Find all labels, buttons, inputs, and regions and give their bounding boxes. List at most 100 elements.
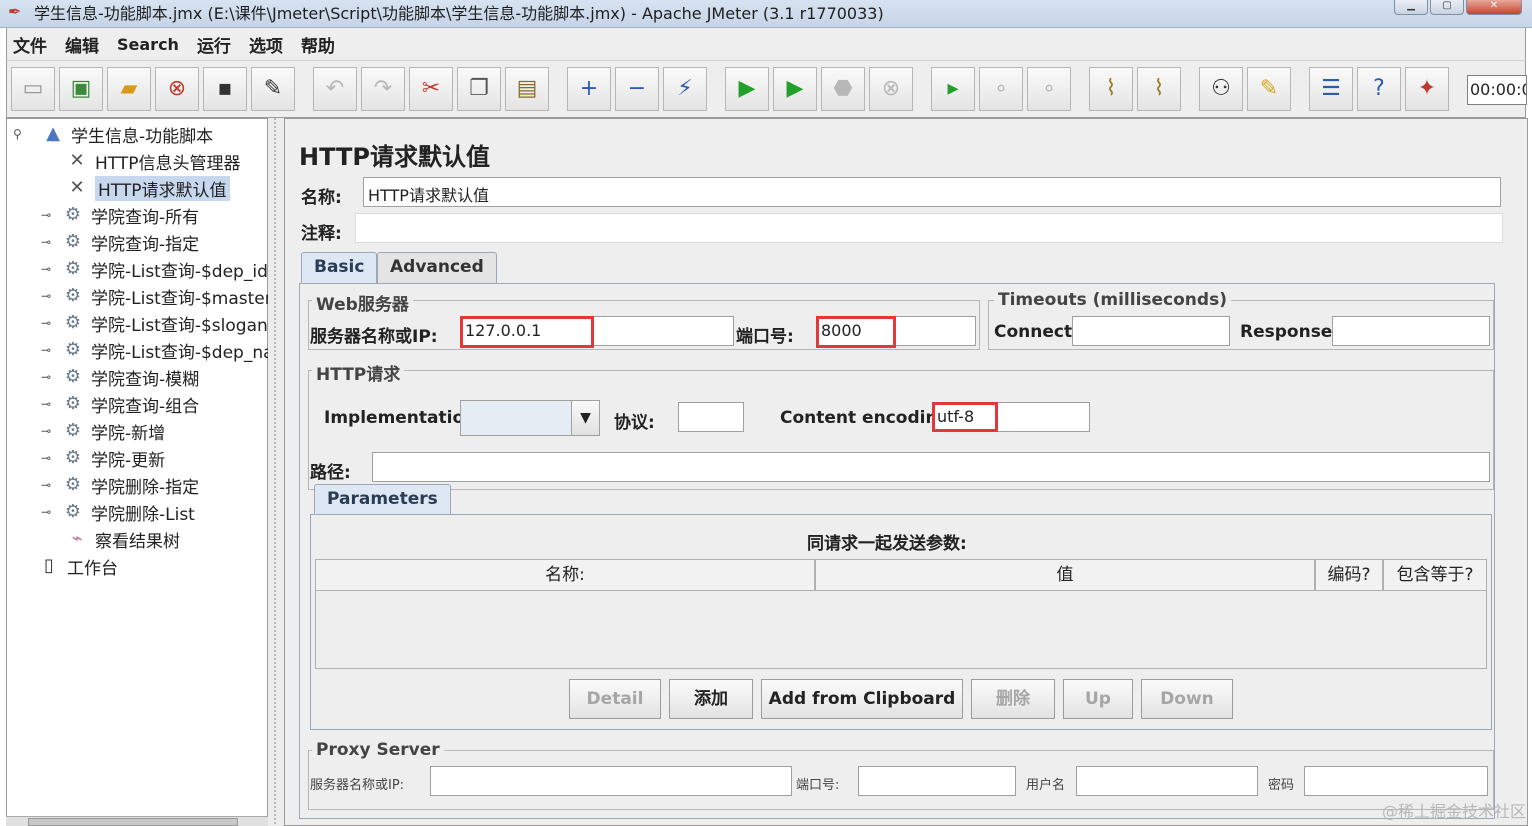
name-field[interactable]: HTTP请求默认值 bbox=[363, 177, 1501, 207]
menu-options[interactable]: 选项 bbox=[249, 32, 283, 57]
protocol-field[interactable] bbox=[678, 402, 744, 432]
tree-item[interactable]: ⊸ ⚙ 学院-新增 bbox=[41, 418, 165, 444]
close-window-button[interactable]: ✕ bbox=[1466, 0, 1522, 15]
response-field[interactable] bbox=[1332, 316, 1490, 346]
tree-item[interactable]: ⊸ ⚙ 学院查询-模糊 bbox=[41, 364, 199, 390]
expand-handle-icon[interactable]: ⊸ bbox=[41, 478, 61, 492]
column-include-equals[interactable]: 包含等于? bbox=[1383, 559, 1487, 591]
tab-advanced[interactable]: Advanced bbox=[377, 252, 497, 284]
menu-help[interactable]: 帮助 bbox=[301, 32, 335, 57]
down-button[interactable]: Down bbox=[1141, 679, 1233, 719]
tree-item[interactable]: ⊸ ⚙ 学院-List查询-$master bbox=[41, 283, 272, 309]
menu-search[interactable]: Search bbox=[117, 35, 179, 54]
expand-handle-icon[interactable]: ⊸ bbox=[41, 397, 61, 411]
copy-icon[interactable]: ❐ bbox=[457, 67, 501, 111]
proxy-user-field[interactable] bbox=[1076, 766, 1258, 796]
cut-icon[interactable]: ✂ bbox=[409, 67, 453, 111]
tree-item[interactable]: ⊸ ⚙ 学院-List查询-$slogan bbox=[41, 310, 268, 336]
expand-handle-icon[interactable]: ⊸ bbox=[41, 235, 61, 249]
implementation-select[interactable]: ▼ bbox=[460, 400, 600, 436]
expand-handle-icon[interactable]: ⊸ bbox=[41, 208, 61, 222]
menu-edit[interactable]: 编辑 bbox=[65, 32, 99, 57]
minimize-button[interactable]: ▁ bbox=[1394, 0, 1428, 15]
up-button[interactable]: Up bbox=[1063, 679, 1133, 719]
new-icon[interactable]: ▭ bbox=[11, 67, 55, 111]
clear-all-icon[interactable]: ⌇ bbox=[1137, 67, 1181, 111]
chevron-down-icon[interactable]: ▼ bbox=[571, 401, 599, 435]
column-name[interactable]: 名称: bbox=[315, 559, 815, 591]
panel-splitter[interactable] bbox=[268, 118, 284, 826]
detail-button[interactable]: Detail bbox=[569, 679, 661, 719]
expand-handle-icon[interactable]: ⊸ bbox=[41, 343, 61, 357]
log-viewer-icon[interactable]: ✦ bbox=[1405, 67, 1449, 111]
sampler-gear-icon: ⚙ bbox=[64, 339, 82, 360]
tab-basic[interactable]: Basic bbox=[301, 252, 378, 284]
clear-icon[interactable]: ⌇ bbox=[1089, 67, 1133, 111]
start-no-timers-icon[interactable]: ▶ bbox=[773, 67, 817, 111]
open-icon[interactable]: ▰ bbox=[107, 67, 151, 111]
undo-icon[interactable]: ↶ bbox=[313, 67, 357, 111]
toggle-icon[interactable]: ⚡ bbox=[663, 67, 707, 111]
expand-handle-icon[interactable]: ⊸ bbox=[41, 316, 61, 330]
expand-handle-icon[interactable]: ⊸ bbox=[41, 289, 61, 303]
tree-item-selected[interactable]: ✕ HTTP请求默认值 bbox=[65, 175, 230, 201]
collapse-icon[interactable]: − bbox=[615, 67, 659, 111]
menu-run[interactable]: 运行 bbox=[197, 32, 231, 57]
tree-item[interactable]: ⌁ 察看结果树 bbox=[65, 526, 180, 552]
proxy-password-field[interactable] bbox=[1304, 766, 1488, 796]
add-button[interactable]: 添加 bbox=[669, 679, 753, 719]
save-as-icon[interactable]: ✎ bbox=[251, 67, 295, 111]
tree-item[interactable]: ⊸ ⚙ 学院查询-组合 bbox=[41, 391, 199, 417]
remote-shutdown-icon[interactable]: ∘ bbox=[1027, 67, 1071, 111]
tree-item[interactable]: ⊸ ⚙ 学院删除-List bbox=[41, 499, 195, 525]
add-from-clipboard-button[interactable]: Add from Clipboard bbox=[761, 679, 963, 719]
proxy-port-field[interactable] bbox=[858, 766, 1016, 796]
expand-handle-icon[interactable]: ⊸ bbox=[41, 370, 61, 384]
help-icon[interactable]: ? bbox=[1357, 67, 1401, 111]
redo-icon[interactable]: ↷ bbox=[361, 67, 405, 111]
tree-item[interactable]: ⊸ ⚙ 学院查询-指定 bbox=[41, 229, 199, 255]
stop-icon[interactable]: ⬣ bbox=[821, 67, 865, 111]
config-tools-icon: ✕ bbox=[69, 177, 85, 198]
tree-item[interactable]: ⊸ ⚙ 学院查询-所有 bbox=[41, 202, 199, 228]
maximize-button[interactable]: ▢ bbox=[1430, 0, 1464, 15]
reset-search-icon[interactable]: ✎ bbox=[1247, 67, 1291, 111]
start-icon[interactable]: ▶ bbox=[725, 67, 769, 111]
parameters-table-body[interactable] bbox=[315, 591, 1487, 669]
tree-item[interactable]: ✕ HTTP信息头管理器 bbox=[65, 148, 240, 174]
tree-item[interactable]: ⊸ ⚙ 学院删除-指定 bbox=[41, 472, 199, 498]
comment-field[interactable] bbox=[355, 213, 1503, 243]
proxy-server-field[interactable] bbox=[430, 766, 792, 796]
templates-icon[interactable]: ▣ bbox=[59, 67, 103, 111]
shutdown-icon[interactable]: ⊗ bbox=[869, 67, 913, 111]
path-field[interactable] bbox=[372, 452, 1490, 482]
remote-stop-icon[interactable]: ∘ bbox=[979, 67, 1023, 111]
expand-handle-icon[interactable]: ⊸ bbox=[41, 262, 61, 276]
tree-horizontal-scrollbar[interactable] bbox=[6, 816, 268, 826]
port-label: 端口号: bbox=[736, 327, 794, 347]
menu-file[interactable]: 文件 bbox=[13, 32, 47, 57]
expand-icon[interactable]: + bbox=[567, 67, 611, 111]
expand-handle-icon[interactable]: ⊸ bbox=[41, 505, 61, 519]
collapse-handle-icon[interactable]: ⚲ bbox=[13, 127, 22, 141]
tree-item[interactable]: ⊸ ⚙ 学院-List查询-$dep_na bbox=[41, 337, 274, 363]
column-value[interactable]: 值 bbox=[815, 559, 1315, 591]
expand-handle-icon[interactable]: ⊸ bbox=[41, 451, 61, 465]
close-icon[interactable]: ⊗ bbox=[155, 67, 199, 111]
save-icon[interactable]: ▪ bbox=[203, 67, 247, 111]
expand-handle-icon[interactable]: ⊸ bbox=[41, 424, 61, 438]
tree-item[interactable]: ⊸ ⚙ 学院-List查询-$dep_id bbox=[41, 256, 268, 282]
column-encode[interactable]: 编码? bbox=[1315, 559, 1383, 591]
tab-parameters[interactable]: Parameters bbox=[314, 484, 451, 516]
tree-root[interactable]: ⚲ ▲ 学生信息-功能脚本 bbox=[13, 121, 213, 147]
tree-item[interactable]: ⊸ ⚙ 学院-更新 bbox=[41, 445, 165, 471]
tree-workbench[interactable]: ▯ 工作台 bbox=[37, 553, 118, 579]
delete-button[interactable]: 删除 bbox=[971, 679, 1055, 719]
scrollbar-thumb[interactable] bbox=[28, 818, 238, 826]
paste-icon[interactable]: ▤ bbox=[505, 67, 549, 111]
search-icon[interactable]: ⚇ bbox=[1199, 67, 1243, 111]
connect-field[interactable] bbox=[1072, 316, 1230, 346]
remote-start-icon[interactable]: ▸ bbox=[931, 67, 975, 111]
function-helper-icon[interactable]: ☰ bbox=[1309, 67, 1353, 111]
highlight-box bbox=[932, 402, 998, 432]
